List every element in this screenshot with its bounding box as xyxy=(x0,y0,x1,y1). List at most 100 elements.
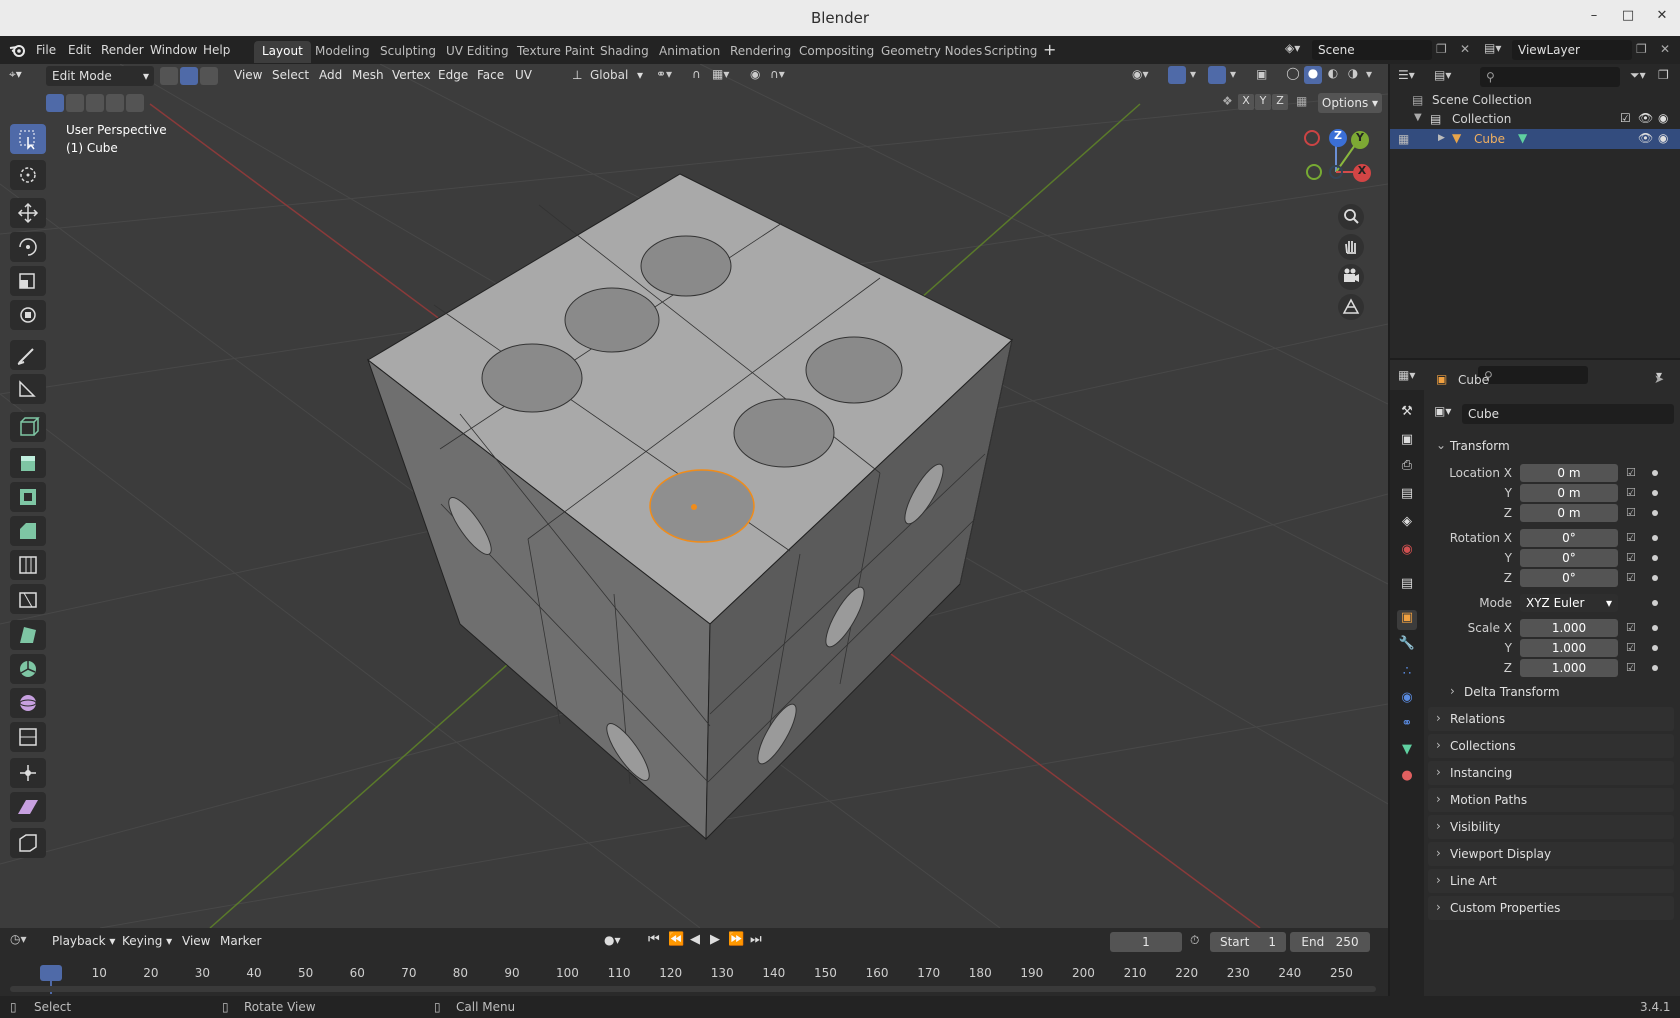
new-view-layer-icon[interactable]: ❐ xyxy=(1636,42,1647,56)
prev-keyframe-icon[interactable]: ⏪ xyxy=(668,932,684,947)
scale-z-field[interactable]: 1.000 xyxy=(1520,659,1618,677)
subtract-selection-icon[interactable] xyxy=(86,94,104,112)
transform-icon[interactable] xyxy=(10,300,46,330)
motion-paths-panel-header[interactable]: › Motion Paths xyxy=(1428,788,1674,812)
display-mode-icon[interactable]: ▤▾ xyxy=(1434,68,1451,82)
add-cube-icon[interactable] xyxy=(10,412,46,442)
expand-chevron-icon[interactable]: ▶ xyxy=(1438,133,1445,143)
viewport-menu-add[interactable]: Add xyxy=(319,68,342,82)
rip-icon[interactable] xyxy=(10,828,46,858)
view-layer-tab-icon[interactable]: ▤ xyxy=(1397,486,1417,506)
play-icon[interactable]: ▶ xyxy=(710,932,720,947)
cursor-icon[interactable] xyxy=(10,160,46,190)
outliner-row-collection[interactable]: ▼ ▤ Collection ☑ 👁 ◉ xyxy=(1390,109,1680,129)
new-collection-icon[interactable]: ❐ xyxy=(1658,68,1669,82)
data-tab-icon[interactable]: ▼ xyxy=(1397,742,1417,762)
start-frame-field[interactable]: Start 1 xyxy=(1210,932,1286,952)
rotation-y-field[interactable]: 0° xyxy=(1520,549,1618,567)
world-tab-icon[interactable]: ◉ xyxy=(1397,542,1417,562)
keyframe-dot-icon[interactable] xyxy=(1652,470,1658,476)
inset-icon[interactable] xyxy=(10,482,46,512)
spin-icon[interactable] xyxy=(10,654,46,684)
visibility-panel-header[interactable]: › Visibility xyxy=(1428,815,1674,839)
edge-slide-icon[interactable] xyxy=(10,722,46,752)
tab-modeling[interactable]: Modeling xyxy=(307,41,378,63)
scale-y-field[interactable]: 1.000 xyxy=(1520,639,1618,657)
constraints-tab-icon[interactable]: ⚭ xyxy=(1397,716,1417,736)
new-scene-icon[interactable]: ❐ xyxy=(1436,42,1447,56)
custom-properties-panel-header[interactable]: › Custom Properties xyxy=(1428,896,1674,920)
extend-selection-icon[interactable] xyxy=(66,94,84,112)
outliner-row-scene-collection[interactable]: ▤ Scene Collection xyxy=(1390,90,1680,110)
viewport-menu-face[interactable]: Face xyxy=(477,68,504,82)
delta-transform-header[interactable]: › Delta Transform xyxy=(1442,680,1674,704)
zoom-icon[interactable] xyxy=(1338,204,1364,230)
playhead[interactable] xyxy=(40,965,62,981)
rotate-icon[interactable] xyxy=(10,232,46,262)
extrude-icon[interactable] xyxy=(10,448,46,478)
location-y-field[interactable]: 0 m xyxy=(1520,484,1618,502)
lock-icon[interactable]: ☑ xyxy=(1626,466,1640,480)
eye-icon[interactable]: 👁 xyxy=(1638,131,1653,145)
expand-chevron-icon[interactable]: ▼ xyxy=(1414,112,1422,123)
scene-name-field[interactable]: Scene xyxy=(1312,40,1432,60)
annotate-icon[interactable] xyxy=(10,340,46,370)
collection-tab-icon[interactable]: ▤ xyxy=(1397,576,1417,596)
viewport-menu-view[interactable]: View xyxy=(234,68,262,82)
stopwatch-icon[interactable]: ⏱ xyxy=(1190,933,1199,948)
menu-edit[interactable]: Edit xyxy=(68,43,91,57)
viewport-display-panel-header[interactable]: › Viewport Display xyxy=(1428,842,1674,866)
lock-icon[interactable]: ☑ xyxy=(1626,486,1640,500)
tab-geometry-nodes[interactable]: Geometry Nodes xyxy=(873,41,990,63)
move-icon[interactable] xyxy=(10,198,46,228)
scene-tab-icon[interactable]: ◈ xyxy=(1397,514,1417,534)
scale-icon[interactable] xyxy=(10,266,46,296)
gizmo-x-axis[interactable]: X xyxy=(1353,164,1371,182)
mirror-x-toggle[interactable]: X xyxy=(1238,94,1254,110)
lock-icon[interactable]: ☑ xyxy=(1626,571,1640,585)
face-select-icon[interactable] xyxy=(200,67,218,85)
ortho-toggle-icon[interactable] xyxy=(1338,294,1364,320)
line-art-panel-header[interactable]: › Line Art xyxy=(1428,869,1674,893)
rendered-shading-icon[interactable]: ◑ xyxy=(1344,66,1362,84)
auto-merge-icon[interactable]: ▦ xyxy=(1296,94,1307,108)
keyframe-dot-icon[interactable] xyxy=(1652,510,1658,516)
shrink-fatten-icon[interactable] xyxy=(10,758,46,788)
visibility-icon[interactable]: ◉▾ xyxy=(1132,67,1149,81)
collections-panel-header[interactable]: › Collections xyxy=(1428,734,1674,758)
edit-mode-icon[interactable]: ▦ xyxy=(1398,132,1409,146)
outliner-editor-icon[interactable]: ☰▾ xyxy=(1398,68,1415,82)
pin-icon[interactable]: ➤ xyxy=(1654,372,1664,386)
timeline-menu-view[interactable]: View xyxy=(182,934,210,948)
filter-icon[interactable]: ⏷▾ xyxy=(1630,68,1646,83)
timeline-menu-playback[interactable]: Playback ▾ xyxy=(52,934,115,948)
menu-file[interactable]: File xyxy=(36,43,56,57)
object-type-icon[interactable]: ▣▾ xyxy=(1434,404,1451,418)
intersect-selection-icon[interactable] xyxy=(126,94,144,112)
render-tab-icon[interactable]: ▣ xyxy=(1397,432,1417,452)
menu-help[interactable]: Help xyxy=(203,43,230,57)
mirror-y-toggle[interactable]: Y xyxy=(1255,94,1271,110)
timeline-menu-marker[interactable]: Marker xyxy=(220,934,261,948)
viewport-menu-edge[interactable]: Edge xyxy=(438,68,468,82)
object-name-field[interactable]: Cube xyxy=(1462,404,1674,424)
tab-layout[interactable]: Layout xyxy=(254,41,311,63)
jump-end-icon[interactable]: ⏭ xyxy=(750,932,762,947)
keyframe-dot-icon[interactable] xyxy=(1652,555,1658,561)
transform-panel-header[interactable]: ⌄ Transform xyxy=(1428,434,1674,458)
set-selection-icon[interactable] xyxy=(46,94,64,112)
wireframe-shading-icon[interactable]: ◯ xyxy=(1284,66,1302,84)
tab-sculpting[interactable]: Sculpting xyxy=(372,41,444,63)
current-frame-field[interactable]: 1 xyxy=(1110,932,1182,952)
keyframe-dot-icon[interactable] xyxy=(1652,490,1658,496)
checkbox-icon[interactable]: ☑ xyxy=(1620,111,1631,125)
scale-x-field[interactable]: 1.000 xyxy=(1520,619,1618,637)
overlay-options-icon[interactable]: ▾ xyxy=(1230,67,1236,81)
close-button[interactable]: ✕ xyxy=(1652,8,1672,28)
gizmo-toggle-icon[interactable] xyxy=(1168,66,1186,84)
menu-render[interactable]: Render xyxy=(101,43,144,57)
end-frame-field[interactable]: End 250 xyxy=(1290,932,1370,952)
pivot-point-icon[interactable]: ⚭▾ xyxy=(656,67,672,81)
lock-icon[interactable]: ☑ xyxy=(1626,621,1640,635)
lock-icon[interactable]: ☑ xyxy=(1626,661,1640,675)
